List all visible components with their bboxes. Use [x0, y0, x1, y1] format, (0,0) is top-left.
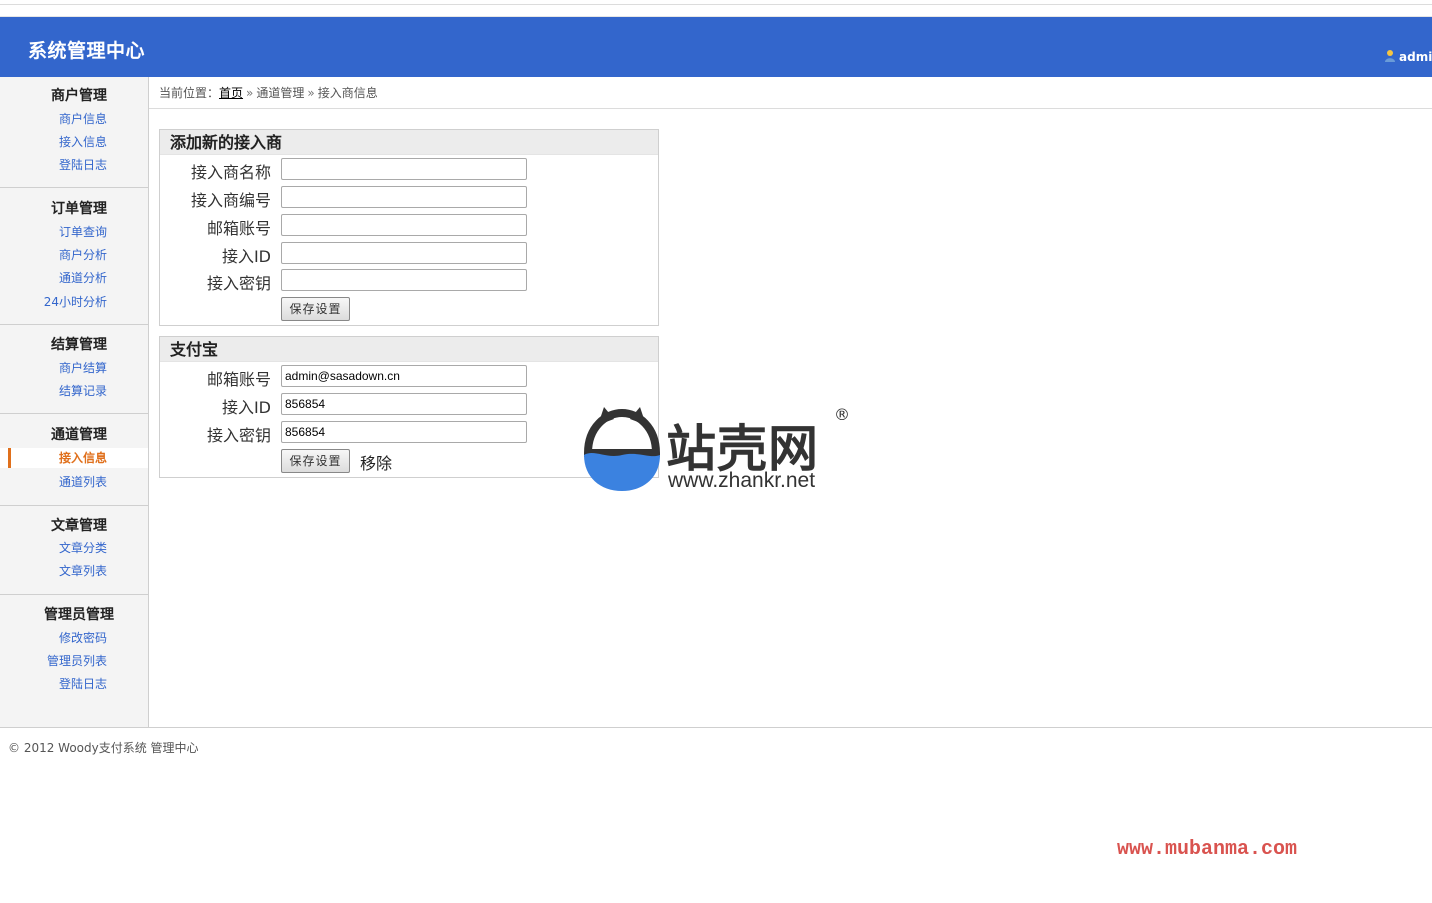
sidebar-group-orders: 订单管理 [51, 201, 107, 217]
breadcrumb-prefix: 当前位置： [159, 86, 220, 100]
sidebar-item-access-info[interactable]: 接入信息 [0, 132, 148, 152]
sidebar-item-settlement-records[interactable]: 结算记录 [0, 381, 148, 401]
watermark: 站壳网 ® www.zhankr.net [580, 405, 860, 495]
sidebar-item-merchant-analysis[interactable]: 商户分析 [0, 245, 148, 265]
field-label: 接入密钥 [206, 274, 271, 293]
divider [0, 505, 148, 506]
sidebar-group-channels: 通道管理 [51, 427, 107, 443]
sidebar: 商户管理 商户信息 接入信息 登陆日志 订单管理 订单查询 商户分析 通道分析 … [0, 77, 149, 727]
field-label: 邮箱账号 [206, 370, 271, 389]
breadcrumb-level2: 接入商信息 [317, 86, 378, 100]
sidebar-item-admin-login-log[interactable]: 登陆日志 [0, 674, 148, 694]
watermark-url: www.zhankr.net [668, 469, 816, 492]
email-account-input[interactable] [281, 214, 527, 236]
provider-name-input[interactable] [281, 158, 527, 180]
registered-mark: ® [834, 405, 850, 424]
user-name: admi [1399, 50, 1432, 64]
field-label: 接入ID [221, 247, 271, 266]
form-row: 接入ID [160, 242, 660, 266]
form-row: 接入密钥 [160, 269, 660, 293]
save-button[interactable]: 保存设置 [281, 297, 350, 321]
breadcrumb-separator: » [307, 86, 315, 100]
copyright-text: © 2012 Woody支付系统 管理中心 [8, 741, 199, 755]
sidebar-group-settlement: 结算管理 [51, 337, 107, 353]
form-row: 邮箱账号 [160, 365, 660, 389]
user-icon [1385, 50, 1395, 62]
add-provider-panel: 添加新的接入商 接入商名称 接入商编号 邮箱账号 接入ID 接入密钥 保存设置 [159, 129, 659, 326]
browser-top-strip [0, 0, 1432, 17]
sidebar-item-channel-access-info[interactable]: 接入信息 [0, 448, 148, 468]
panel-title: 支付宝 [160, 337, 658, 362]
sidebar-item-24h-analysis[interactable]: 24小时分析 [0, 292, 148, 312]
sidebar-item-merchant-settlement[interactable]: 商户结算 [0, 358, 148, 378]
form-row: 接入商名称 [160, 158, 660, 182]
cat-logo-icon [583, 407, 661, 491]
sidebar-item-merchant-info[interactable]: 商户信息 [0, 109, 148, 129]
app-header: 系统管理中心 admi [0, 17, 1432, 77]
breadcrumb-level1: 通道管理 [256, 86, 305, 100]
access-id-input[interactable] [281, 242, 527, 264]
divider [0, 413, 148, 414]
divider [0, 594, 148, 595]
alipay-save-button[interactable]: 保存设置 [281, 449, 350, 473]
app-title: 系统管理中心 [28, 40, 146, 62]
breadcrumb-home-link[interactable]: 首页 [219, 86, 243, 100]
form-row: 邮箱账号 [160, 214, 660, 238]
panel-title: 添加新的接入商 [160, 130, 658, 155]
divider [0, 324, 148, 325]
field-label: 接入密钥 [206, 426, 271, 445]
sidebar-group-articles: 文章管理 [51, 518, 107, 534]
sidebar-item-channel-list[interactable]: 通道列表 [0, 472, 148, 492]
alipay-email-input[interactable] [281, 365, 527, 387]
sidebar-item-order-query[interactable]: 订单查询 [0, 222, 148, 242]
remove-link[interactable]: 移除 [360, 450, 392, 474]
field-label: 邮箱账号 [206, 219, 271, 238]
breadcrumb-separator: » [246, 86, 254, 100]
sidebar-group-merchant: 商户管理 [51, 88, 107, 104]
sidebar-item-change-password[interactable]: 修改密码 [0, 628, 148, 648]
field-label: 接入ID [221, 398, 271, 417]
sidebar-item-article-categories[interactable]: 文章分类 [0, 538, 148, 558]
sidebar-item-admin-list[interactable]: 管理员列表 [0, 651, 148, 671]
field-label: 接入商名称 [190, 163, 271, 182]
alipay-access-id-input[interactable] [281, 393, 527, 415]
footer: © 2012 Woody支付系统 管理中心 [0, 727, 1432, 767]
sidebar-item-channel-analysis[interactable]: 通道分析 [0, 268, 148, 288]
sidebar-group-admins: 管理员管理 [44, 607, 114, 623]
provider-code-input[interactable] [281, 186, 527, 208]
access-key-input[interactable] [281, 269, 527, 291]
sidebar-item-article-list[interactable]: 文章列表 [0, 561, 148, 581]
alipay-access-key-input[interactable] [281, 421, 527, 443]
divider [0, 187, 148, 188]
field-label: 接入商编号 [190, 191, 271, 210]
corner-watermark: www.mubanma.com [1117, 838, 1298, 861]
breadcrumb: 当前位置：首页» 通道管理» 接入商信息 [149, 77, 1432, 109]
user-menu[interactable]: admi [1384, 49, 1432, 64]
sidebar-item-login-log[interactable]: 登陆日志 [0, 155, 148, 175]
form-row: 接入商编号 [160, 186, 660, 210]
divider [0, 4, 1432, 5]
